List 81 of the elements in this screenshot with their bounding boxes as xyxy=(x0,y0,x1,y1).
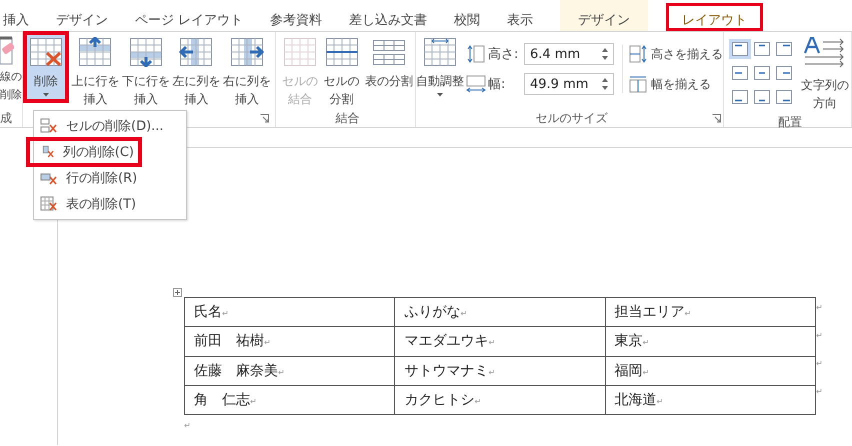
ribbon-button[interactable]: 右に列を 挿入 xyxy=(222,35,271,110)
ribbon-tab[interactable]: 表示 xyxy=(507,0,534,31)
table-cell: ふりがな↵ xyxy=(394,298,606,327)
spin-field[interactable]: 49.9 mm xyxy=(524,73,614,95)
ribbon-tab[interactable]: 参考資料 xyxy=(270,0,322,31)
table-cell: 前田 祐樹↵ xyxy=(184,326,395,356)
ribbon-button[interactable]: 削除 xyxy=(27,35,65,99)
ribbon-button[interactable]: 下に行を 挿入 xyxy=(122,35,170,110)
alignment-button[interactable] xyxy=(729,87,751,107)
ribbon-tab[interactable]: レイアウト xyxy=(666,3,764,31)
insert-table-icon xyxy=(78,37,112,67)
delete-table-icon xyxy=(40,196,58,212)
insert-table-icon xyxy=(179,37,214,67)
insert-table-icon xyxy=(128,37,163,67)
row-end-mark: ↵ xyxy=(816,303,823,314)
distribute-columns-icon xyxy=(629,75,647,93)
table-cell: 担当エリア↵ xyxy=(605,298,816,327)
table-cell: マエダユウキ↵ xyxy=(394,326,606,356)
ribbon-button[interactable]: 左に列を 挿入 xyxy=(172,35,220,110)
ribbon-button[interactable]: セルの 分割 xyxy=(322,35,362,110)
row-height-icon xyxy=(466,45,486,63)
menu-item[interactable]: 表の削除(T) xyxy=(34,191,186,217)
delete-cells-icon xyxy=(40,118,58,134)
table-cell: 佐藤 麻奈美↵ xyxy=(184,356,395,386)
spin-arrows-icon[interactable] xyxy=(602,77,608,91)
ribbon-tab[interactable]: 校閲 xyxy=(454,0,480,31)
menu-item[interactable]: 列の削除(C) xyxy=(28,139,140,165)
spin-field[interactable]: 6.4 mm xyxy=(524,43,614,65)
caret-icon xyxy=(43,93,49,97)
split-cells-icon xyxy=(324,37,359,67)
ribbon-button[interactable]: 文字列の 方向 xyxy=(799,35,851,114)
menu-item[interactable]: セルの削除(D)... xyxy=(34,113,186,139)
ribbon-tab[interactable]: デザイン xyxy=(560,0,648,31)
caret-icon xyxy=(437,93,443,97)
ribbon-button[interactable]: 上に行を 挿入 xyxy=(71,35,120,110)
delete-column-icon xyxy=(40,144,55,160)
row-end-mark: ↵ xyxy=(816,387,823,398)
alignment-button[interactable] xyxy=(773,39,795,59)
insert-table-icon xyxy=(230,37,264,67)
delete-table-icon xyxy=(29,37,63,67)
alignment-button[interactable] xyxy=(751,63,773,83)
group-label: 配置 xyxy=(778,114,802,131)
ribbon-tab[interactable]: デザイン xyxy=(56,0,108,31)
ribbon-button[interactable]: 幅を揃える xyxy=(629,75,723,93)
field-label: 高さ: xyxy=(488,46,520,63)
dialog-launcher-icon[interactable] xyxy=(712,114,721,123)
table-cell: 北海道↵ xyxy=(605,385,816,414)
field-label: 幅: xyxy=(488,76,506,93)
alignment-button[interactable] xyxy=(729,39,751,59)
ribbon-tab[interactable]: 差し込み文書 xyxy=(349,0,428,31)
alignment-button[interactable] xyxy=(773,87,795,107)
table-move-handle-icon[interactable] xyxy=(173,288,182,297)
ribbon-tab[interactable]: 挿入 xyxy=(3,0,29,31)
group-label: セルのサイズ xyxy=(536,110,608,126)
dialog-launcher-icon[interactable] xyxy=(260,114,269,123)
table-cell: カクヒトシ↵ xyxy=(394,385,606,414)
paragraph-mark: ↵ xyxy=(184,421,192,430)
group-label: 結合 xyxy=(336,110,360,127)
alignment-button[interactable] xyxy=(729,63,751,83)
autofit-table-icon xyxy=(423,37,457,67)
row-end-mark: ↵ xyxy=(816,331,823,342)
split-table-icon xyxy=(372,37,406,67)
ribbon-button[interactable]: 線の 削除 xyxy=(0,68,22,104)
distribute-rows-icon xyxy=(629,45,647,63)
spin-arrows-icon[interactable] xyxy=(602,47,608,61)
ribbon-button[interactable]: 表の分割 xyxy=(363,35,415,92)
table-cell: 氏名↵ xyxy=(184,298,395,327)
row-end-mark: ↵ xyxy=(816,359,823,370)
alignment-button[interactable] xyxy=(751,39,773,59)
ribbon-tab[interactable]: ページ レイアウト xyxy=(135,0,244,31)
table-cell: 東京↵ xyxy=(605,326,816,356)
table-cell: 福岡↵ xyxy=(605,356,816,386)
alignment-button[interactable] xyxy=(751,87,773,107)
group-label: 成 xyxy=(0,110,13,127)
ribbon-button[interactable]: 高さを揃える xyxy=(629,45,723,63)
table-cell: サトウマナミ↵ xyxy=(394,356,606,386)
table-cell: 角 仁志↵ xyxy=(184,385,395,414)
alignment-button[interactable] xyxy=(773,63,795,83)
merge-cells-icon xyxy=(282,37,317,67)
menu-item[interactable]: 行の削除(R) xyxy=(34,165,186,191)
column-width-icon xyxy=(466,75,486,93)
